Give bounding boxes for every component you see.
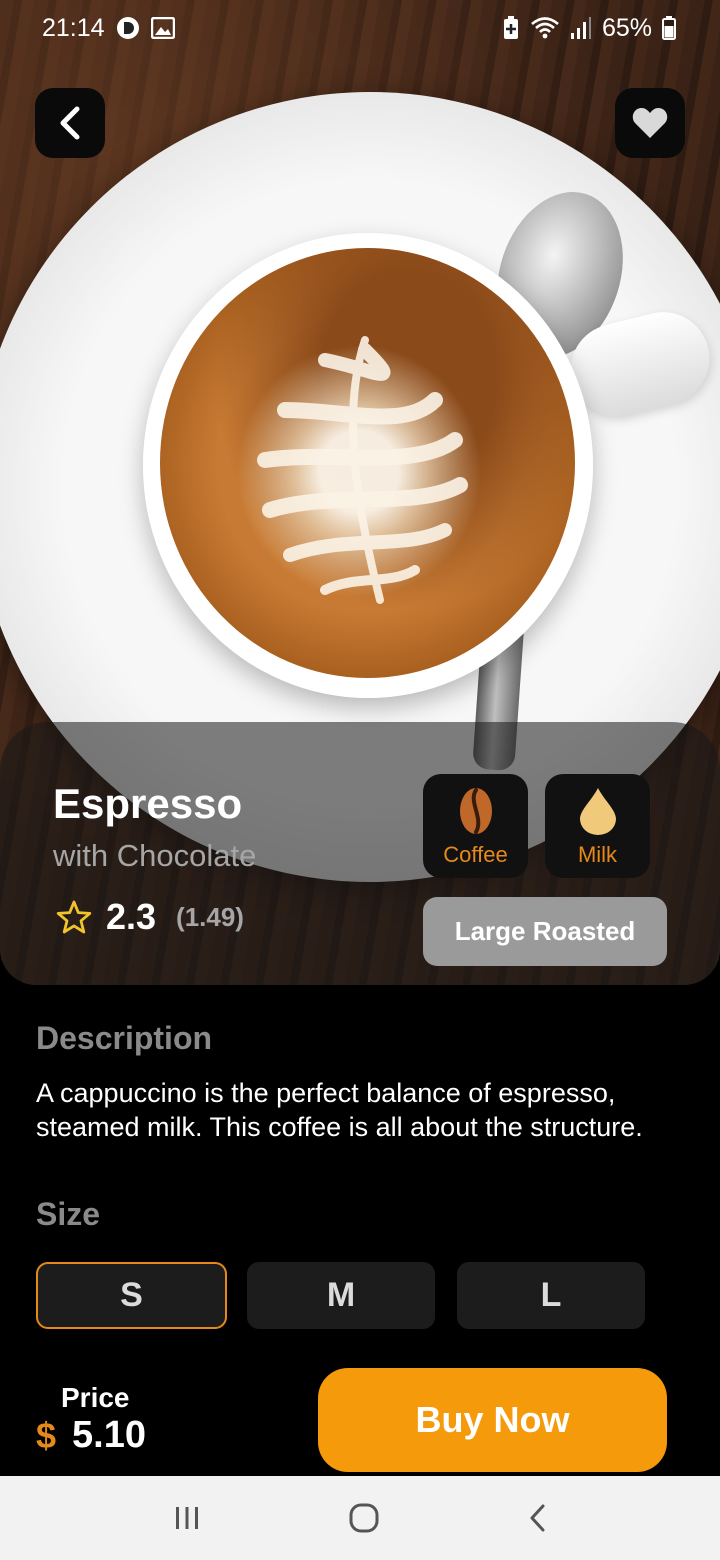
back-button[interactable] — [35, 88, 105, 158]
ingredient-label: Coffee — [443, 842, 508, 867]
ingredient-chip-milk: Milk — [545, 774, 650, 878]
status-time: 21:14 — [42, 13, 105, 42]
price-currency: $ — [36, 1414, 57, 1456]
price-value: 5.10 — [72, 1414, 146, 1456]
size-option-l[interactable]: L — [457, 1262, 645, 1329]
description-text: A cappuccino is the perfect balance of e… — [36, 1078, 643, 1142]
wifi-icon — [531, 17, 559, 39]
back-nav-icon[interactable] — [527, 1503, 547, 1533]
battery-percent: 65% — [601, 13, 652, 42]
status-bar: 21:14 65% — [0, 0, 720, 56]
star-icon — [56, 900, 92, 934]
rating-value: 2.3 — [106, 896, 157, 937]
recent-apps-icon[interactable] — [173, 1505, 201, 1531]
roast-badge: Large Roasted — [423, 897, 667, 966]
buy-now-button[interactable]: Buy Now — [318, 1368, 667, 1472]
description-heading: Description — [36, 1020, 213, 1056]
heart-icon — [632, 108, 668, 138]
product-rating: 2.3 (1.49) — [56, 896, 244, 938]
size-option-s[interactable]: S — [36, 1262, 227, 1329]
size-option-m[interactable]: M — [247, 1262, 435, 1329]
chevron-left-icon — [60, 106, 80, 140]
signal-icon — [570, 17, 591, 39]
system-nav-bar — [0, 1476, 720, 1560]
ingredient-label: Milk — [577, 842, 618, 867]
rating-count: (1.49) — [176, 901, 244, 932]
price-label: Price — [61, 1382, 130, 1413]
price: $ 5.10 — [36, 1414, 146, 1457]
product-name: Espresso — [53, 780, 243, 827]
battery-saver-icon — [503, 16, 518, 39]
battery-icon — [662, 16, 676, 40]
home-icon[interactable] — [348, 1502, 380, 1534]
latte-art — [257, 336, 468, 604]
app-notification-icon — [116, 17, 139, 39]
product-subtitle: with Chocolate — [53, 838, 257, 873]
ingredient-chip-coffee: Coffee — [423, 774, 528, 878]
favorite-button[interactable] — [615, 88, 685, 158]
image-notification-icon — [150, 17, 175, 39]
size-heading: Size — [36, 1196, 101, 1232]
milk-drop-icon — [579, 788, 616, 835]
coffee-bean-icon — [459, 788, 492, 834]
